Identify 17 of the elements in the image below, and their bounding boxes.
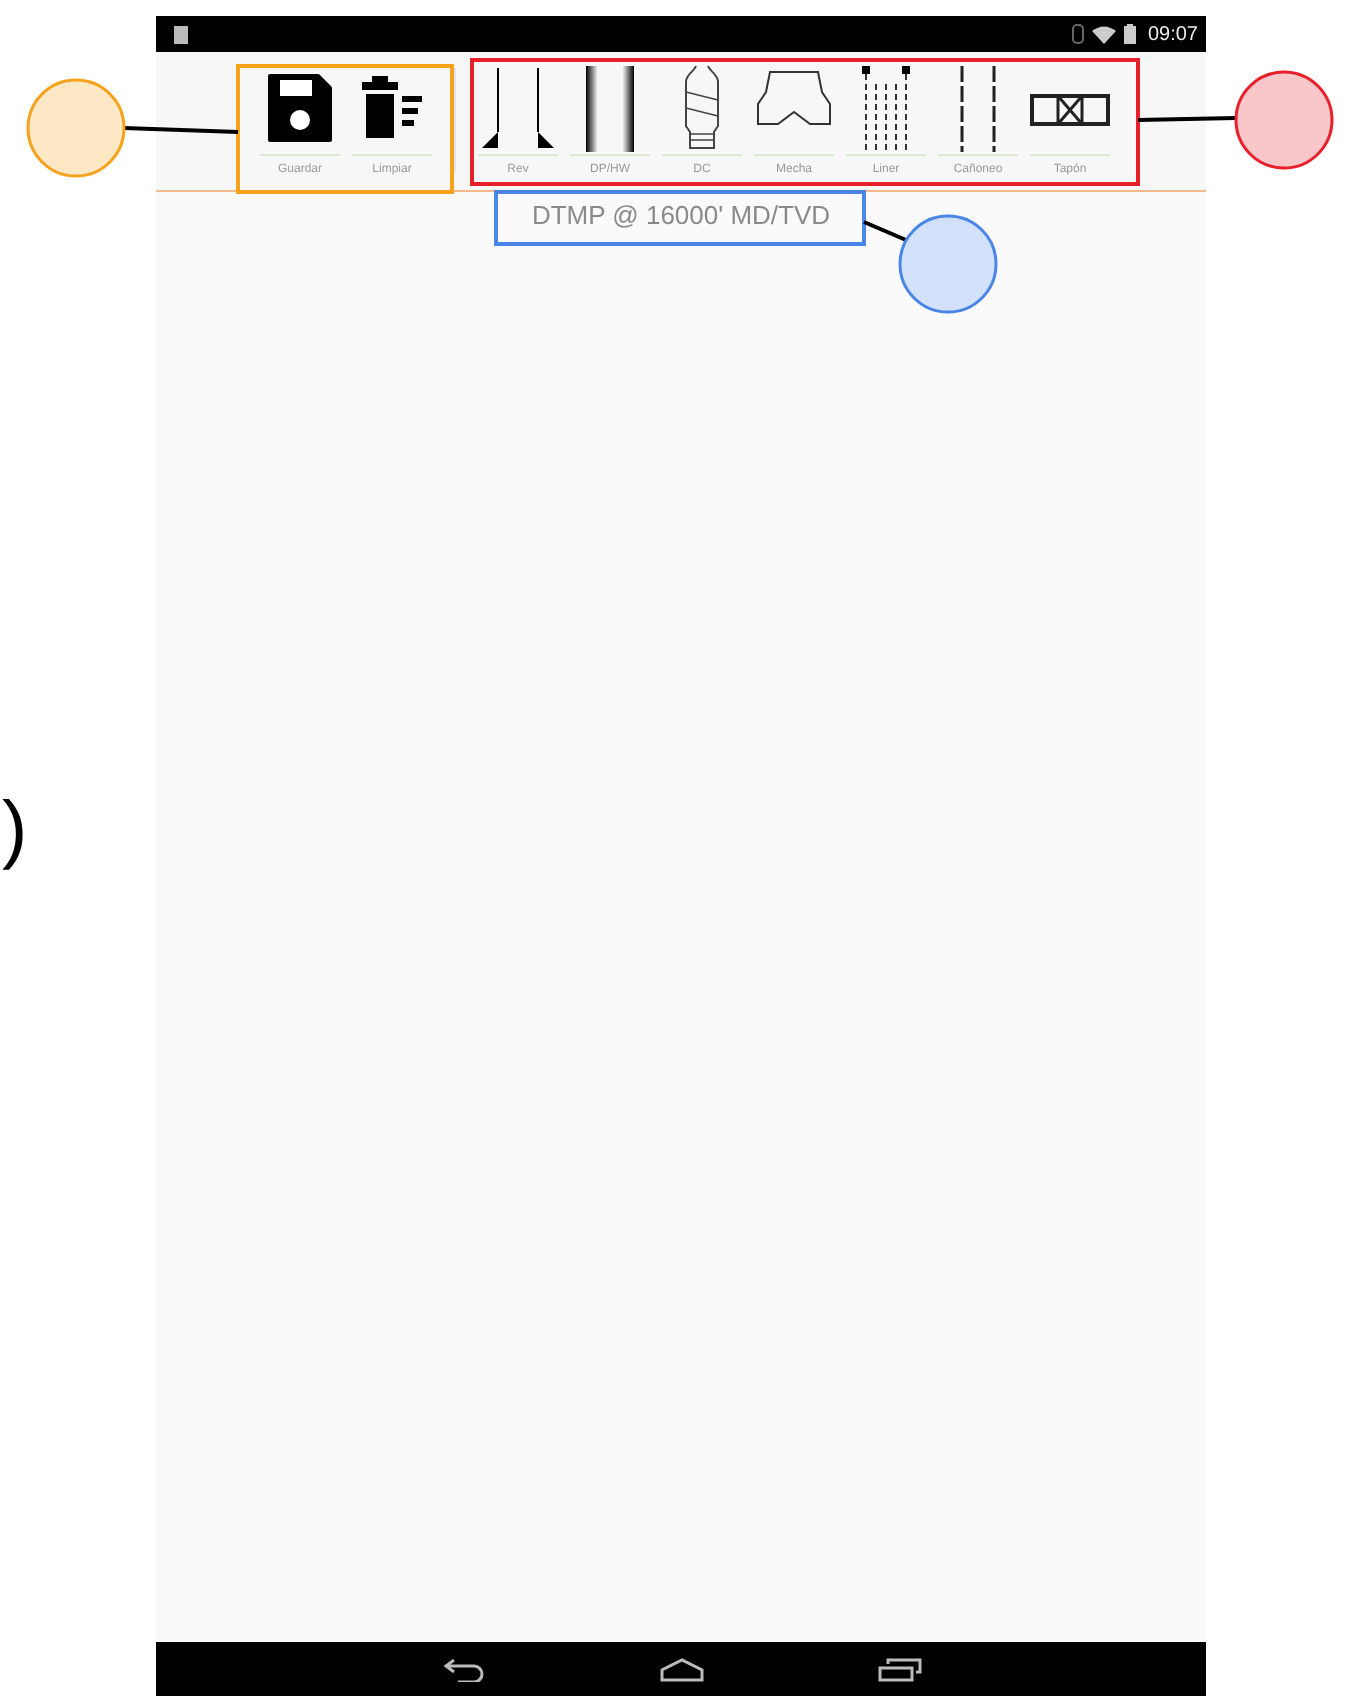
battery-icon: [1123, 24, 1136, 44]
trash-can-icon: [358, 72, 426, 144]
casing-icon: [478, 64, 558, 152]
callout-circle: [1234, 70, 1334, 170]
home-icon[interactable]: [657, 1657, 705, 1681]
callout-circle: [898, 214, 998, 314]
callout-circle: [26, 78, 126, 178]
recent-apps-icon[interactable]: [877, 1657, 921, 1681]
connector-line: [123, 126, 239, 134]
wifi-icon: [1091, 25, 1116, 43]
connector-line: [1137, 116, 1237, 122]
cut-off-text: ): [2, 788, 28, 872]
clock-time: 09:07: [1147, 23, 1198, 45]
connector-line: [863, 220, 907, 242]
notification-icon: [174, 25, 188, 43]
back-icon[interactable]: [441, 1657, 485, 1681]
depth-label: DTMP @ 16000' MD/TVD: [531, 200, 831, 230]
